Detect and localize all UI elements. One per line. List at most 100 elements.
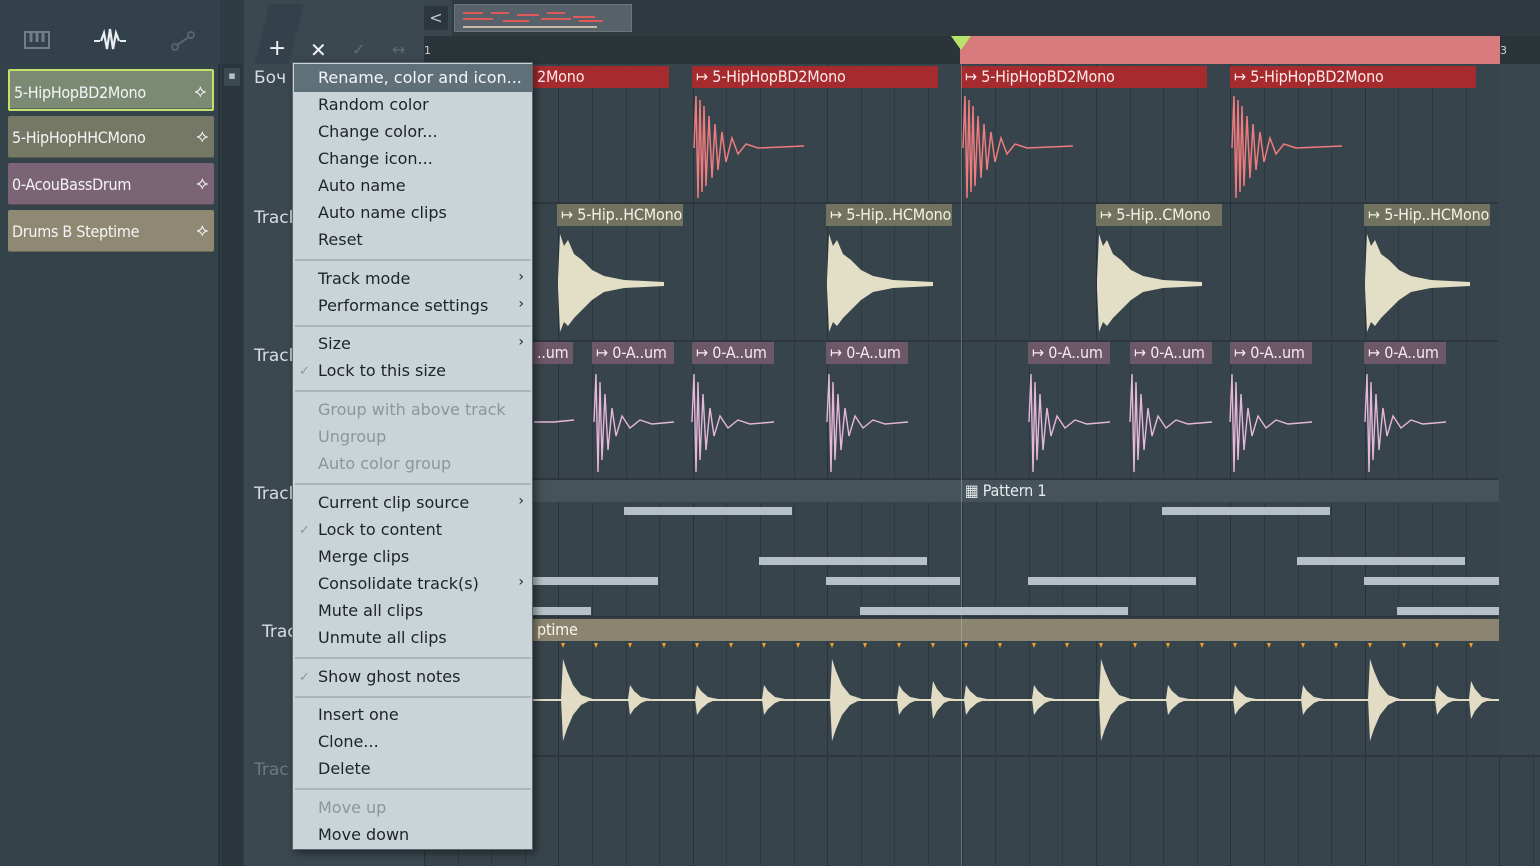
check-icon: ✓ (299, 523, 310, 538)
clip-label: Pattern 1 (982, 481, 1047, 500)
clip-arrow-icon: ↦ (830, 205, 847, 224)
clip-arrow-icon: ↦ (696, 343, 713, 362)
menu-item-performance-settings[interactable]: Performance settings (318, 296, 488, 315)
browser-item-hiphopbd2mono[interactable]: 5-HipHopBD2Mono ⟡ (8, 69, 214, 111)
clip-label: 5-HipHopBD2Mono (712, 67, 846, 86)
clip-ac-2[interactable]: ↦ 0-A..um (592, 342, 674, 364)
clip-ac-4[interactable]: ↦ 0-A..um (826, 342, 908, 364)
menu-item-merge-clips[interactable]: Merge clips (318, 547, 409, 566)
close-button[interactable]: ✕ (310, 38, 327, 62)
lane-separator (424, 755, 1540, 757)
browser-item-label: 0-AcouBassDrum (12, 175, 132, 194)
submenu-arrow-icon: › (518, 493, 524, 509)
menu-item-clone[interactable]: Clone... (318, 732, 379, 751)
pattern-note (1028, 577, 1196, 585)
menu-separator (295, 788, 531, 790)
pattern-note (624, 507, 792, 515)
clip-ac-6[interactable]: ↦ 0-A..um (1130, 342, 1212, 364)
submenu-arrow-icon: › (518, 269, 524, 285)
clip-bd-1[interactable]: 2Mono (533, 66, 669, 88)
clip-hh-3[interactable]: ↦ 5-Hip..CMono (1096, 204, 1222, 226)
clip-arrow-icon: ↦ (1368, 343, 1385, 362)
piano-roll-icon[interactable] (22, 30, 52, 55)
waveform-icon[interactable] (92, 28, 128, 60)
menu-item-unmute-all-clips[interactable]: Unmute all clips (318, 628, 447, 647)
audio-clip-icon: ⟡ (196, 220, 208, 241)
automation-icon[interactable] (168, 30, 198, 57)
pattern-note (1397, 607, 1499, 615)
loop-selection[interactable] (960, 36, 1500, 64)
browser-item-hiphophhcmono[interactable]: 5-HipHopHHCMono ⟡ (8, 116, 214, 158)
clip-ac-8[interactable]: ↦ 0-A..um (1364, 342, 1446, 364)
clip-bd-2[interactable]: ↦ 5-HipHopBD2Mono (692, 66, 938, 88)
clip-ac-3[interactable]: ↦ 0-A..um (692, 342, 774, 364)
browser-item-drums-b-steptime[interactable]: Drums B Steptime ⟡ (8, 210, 214, 252)
menu-item-show-ghost-notes[interactable]: Show ghost notes (318, 667, 460, 686)
menu-separator (295, 390, 531, 392)
menu-item-lock-to-content[interactable]: Lock to content (318, 520, 442, 539)
clip-drums-steptime[interactable]: ptime (533, 619, 1499, 641)
browser-scrollbar[interactable] (222, 64, 242, 866)
playhead-line (961, 64, 962, 866)
track-label-4[interactable]: Tracl (254, 484, 293, 504)
menu-item-random-color[interactable]: Random color (318, 95, 429, 114)
pattern-note (1364, 577, 1499, 585)
clip-ac-5[interactable]: ↦ 0-A..um (1028, 342, 1110, 364)
clip-bd-3[interactable]: ↦ 5-HipHopBD2Mono (961, 66, 1207, 88)
menu-item-change-color[interactable]: Change color... (318, 122, 438, 141)
add-track-button[interactable]: + (268, 36, 286, 61)
menu-item-auto-color-group: Auto color group (318, 454, 452, 473)
menu-item-rename[interactable]: Rename, color and icon... (318, 68, 522, 87)
track-label-6[interactable]: Trac (254, 760, 289, 780)
pattern-preview[interactable] (454, 4, 632, 32)
submenu-arrow-icon: › (518, 334, 524, 350)
add-glyph: + (268, 36, 287, 61)
menu-item-mute-all-clips[interactable]: Mute all clips (318, 601, 423, 620)
clip-hh-1[interactable]: ↦ 5-Hip..HCMono (557, 204, 683, 226)
clip-ac-7[interactable]: ↦ 0-A..um (1230, 342, 1312, 364)
track-label-1[interactable]: Боч (254, 68, 286, 88)
clip-label: 0-A..um (846, 343, 901, 362)
menu-separator (295, 483, 531, 485)
clip-bd-4[interactable]: ↦ 5-HipHopBD2Mono (1230, 66, 1476, 88)
pencil-icon[interactable]: ✓ (352, 40, 365, 59)
pattern-note (1162, 507, 1330, 515)
clip-hh-4[interactable]: ↦ 5-Hip..HCMono (1364, 204, 1490, 226)
track-label-2[interactable]: Tracl (254, 208, 293, 228)
track-label-3[interactable]: Tracl (254, 346, 293, 366)
menu-item-consolidate-tracks[interactable]: Consolidate track(s) (318, 574, 479, 593)
check-icon: ✓ (299, 670, 310, 685)
back-glyph: < (429, 8, 443, 27)
menu-item-reset[interactable]: Reset (318, 230, 363, 249)
menu-item-change-icon[interactable]: Change icon... (318, 149, 433, 168)
clip-arrow-icon: ↦ (596, 343, 613, 362)
scroll-knob[interactable]: ▪ (224, 68, 240, 86)
playhead-marker[interactable] (951, 36, 971, 50)
stretch-icon[interactable]: ↔ (392, 40, 405, 59)
clip-arrow-icon: ↦ (1234, 343, 1251, 362)
menu-item-lock-to-size[interactable]: Lock to this size (318, 361, 446, 380)
clip-pattern-1[interactable]: ▦ Pattern 1 (961, 480, 1499, 502)
menu-item-auto-name[interactable]: Auto name (318, 176, 406, 195)
bd-waveforms (693, 95, 1343, 199)
clip-ac-1[interactable]: ..um (533, 342, 573, 364)
clip-arrow-icon: ↦ (1234, 67, 1251, 86)
menu-item-insert-one[interactable]: Insert one (318, 705, 399, 724)
clip-arrow-icon: ↦ (1032, 343, 1049, 362)
clip-label: 0-A..um (1384, 343, 1439, 362)
clip-label: 0-A..um (612, 343, 667, 362)
menu-item-delete[interactable]: Delete (318, 759, 371, 778)
browser-item-acoubassdrum[interactable]: 0-AcouBassDrum ⟡ (8, 163, 214, 205)
menu-item-track-mode[interactable]: Track mode (318, 269, 410, 288)
menu-item-auto-name-clips[interactable]: Auto name clips (318, 203, 447, 222)
clip-hh-2[interactable]: ↦ 5-Hip..HCMono (826, 204, 952, 226)
clip-label: 0-A..um (1150, 343, 1205, 362)
back-button[interactable]: < (424, 6, 448, 30)
menu-item-current-clip-source[interactable]: Current clip source (318, 493, 469, 512)
pattern-note (759, 557, 927, 565)
menu-separator (295, 325, 531, 327)
menu-item-move-down[interactable]: Move down (318, 825, 409, 844)
check-icon: ✓ (299, 364, 310, 379)
clip-arrow-icon: ↦ (1134, 343, 1151, 362)
menu-item-size[interactable]: Size (318, 334, 351, 353)
